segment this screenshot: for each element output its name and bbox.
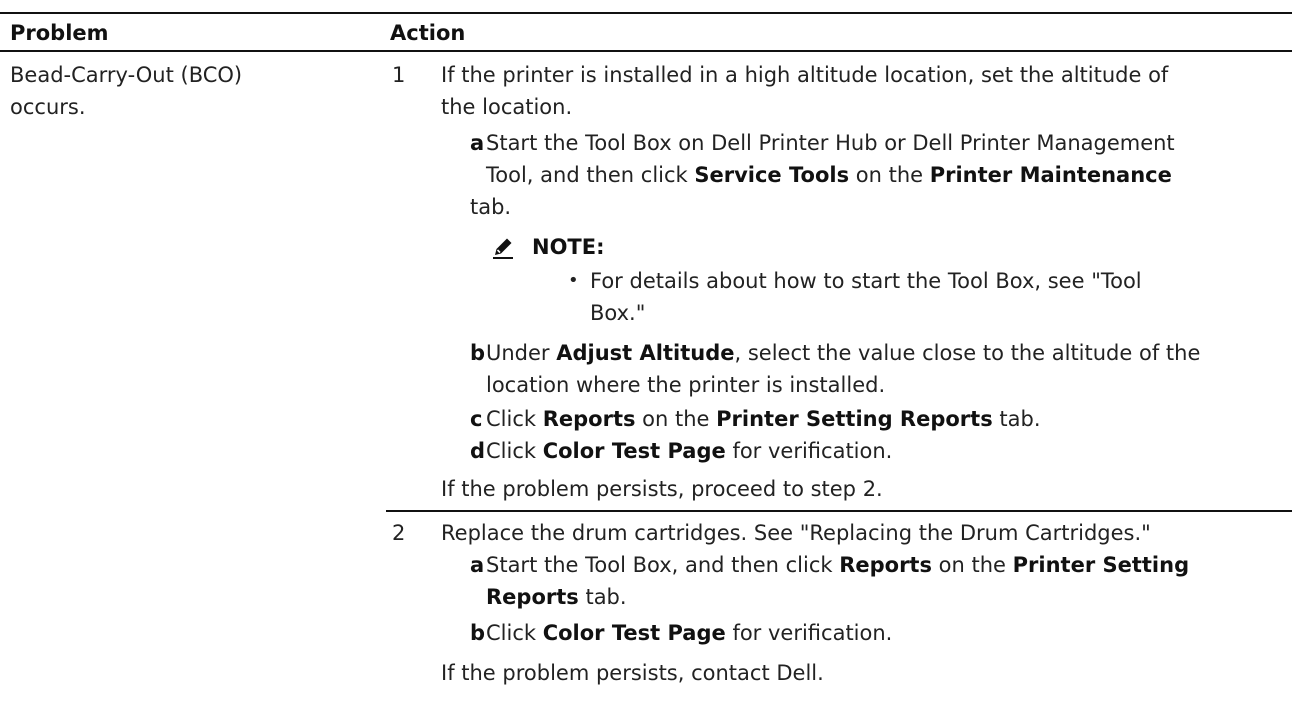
step-2a-letter: a (470, 553, 485, 577)
pencil-note-icon (493, 238, 513, 259)
step-1b-line-2: location where the printer is installed. (486, 373, 886, 397)
step-2b-letter: b (470, 621, 486, 645)
step-1d-line: Click Color Test Page for verification. (486, 439, 893, 463)
table-top-rule (0, 12, 1292, 14)
step-1d-letter: d (470, 439, 486, 463)
note-label: NOTE: (532, 235, 605, 259)
step-1c-letter: c (470, 407, 483, 431)
problem-text-line-2: occurs. (10, 95, 86, 119)
note-bullet-line-1: For details about how to start the Tool … (590, 269, 1142, 293)
step-1-intro-line-1: If the printer is installed in a high al… (441, 63, 1169, 87)
note-bullet-icon: • (568, 270, 579, 291)
header-bottom-rule (0, 50, 1292, 52)
troubleshooting-table: Problem Action Bead-Carry-Out (BCO) occu… (0, 0, 1292, 718)
step-1a-letter: a (470, 131, 485, 155)
step-1c-line: Click Reports on the Printer Setting Rep… (486, 407, 1041, 431)
step-divider-rule (386, 510, 1292, 512)
step-1b-letter: b (470, 341, 486, 365)
header-action: Action (390, 21, 466, 45)
step-2-intro: Replace the drum cartridges. See "Replac… (441, 521, 1151, 545)
header-problem: Problem (10, 21, 109, 45)
step-1-intro-line-2: the location. (441, 95, 573, 119)
step-2-footer: If the problem persists, contact Dell. (441, 661, 824, 685)
step-1-number: 1 (392, 63, 406, 87)
step-2b-line: Click Color Test Page for verification. (486, 621, 893, 645)
note-bullet-line-2: Box." (590, 301, 646, 325)
step-1a-line-2: Tool, and then click Service Tools on th… (486, 163, 1172, 187)
step-1-footer: If the problem persists, proceed to step… (441, 477, 883, 501)
step-1b-line-1: Under Adjust Altitude, select the value … (486, 341, 1201, 365)
step-2a-line-2: Reports tab. (486, 585, 627, 609)
step-1a-line-3: tab. (470, 195, 512, 219)
step-2-number: 2 (392, 521, 406, 545)
step-1a-line-1: Start the Tool Box on Dell Printer Hub o… (486, 131, 1175, 155)
problem-text-line-1: Bead-Carry-Out (BCO) (10, 63, 243, 87)
step-2a-line-1: Start the Tool Box, and then click Repor… (486, 553, 1190, 577)
